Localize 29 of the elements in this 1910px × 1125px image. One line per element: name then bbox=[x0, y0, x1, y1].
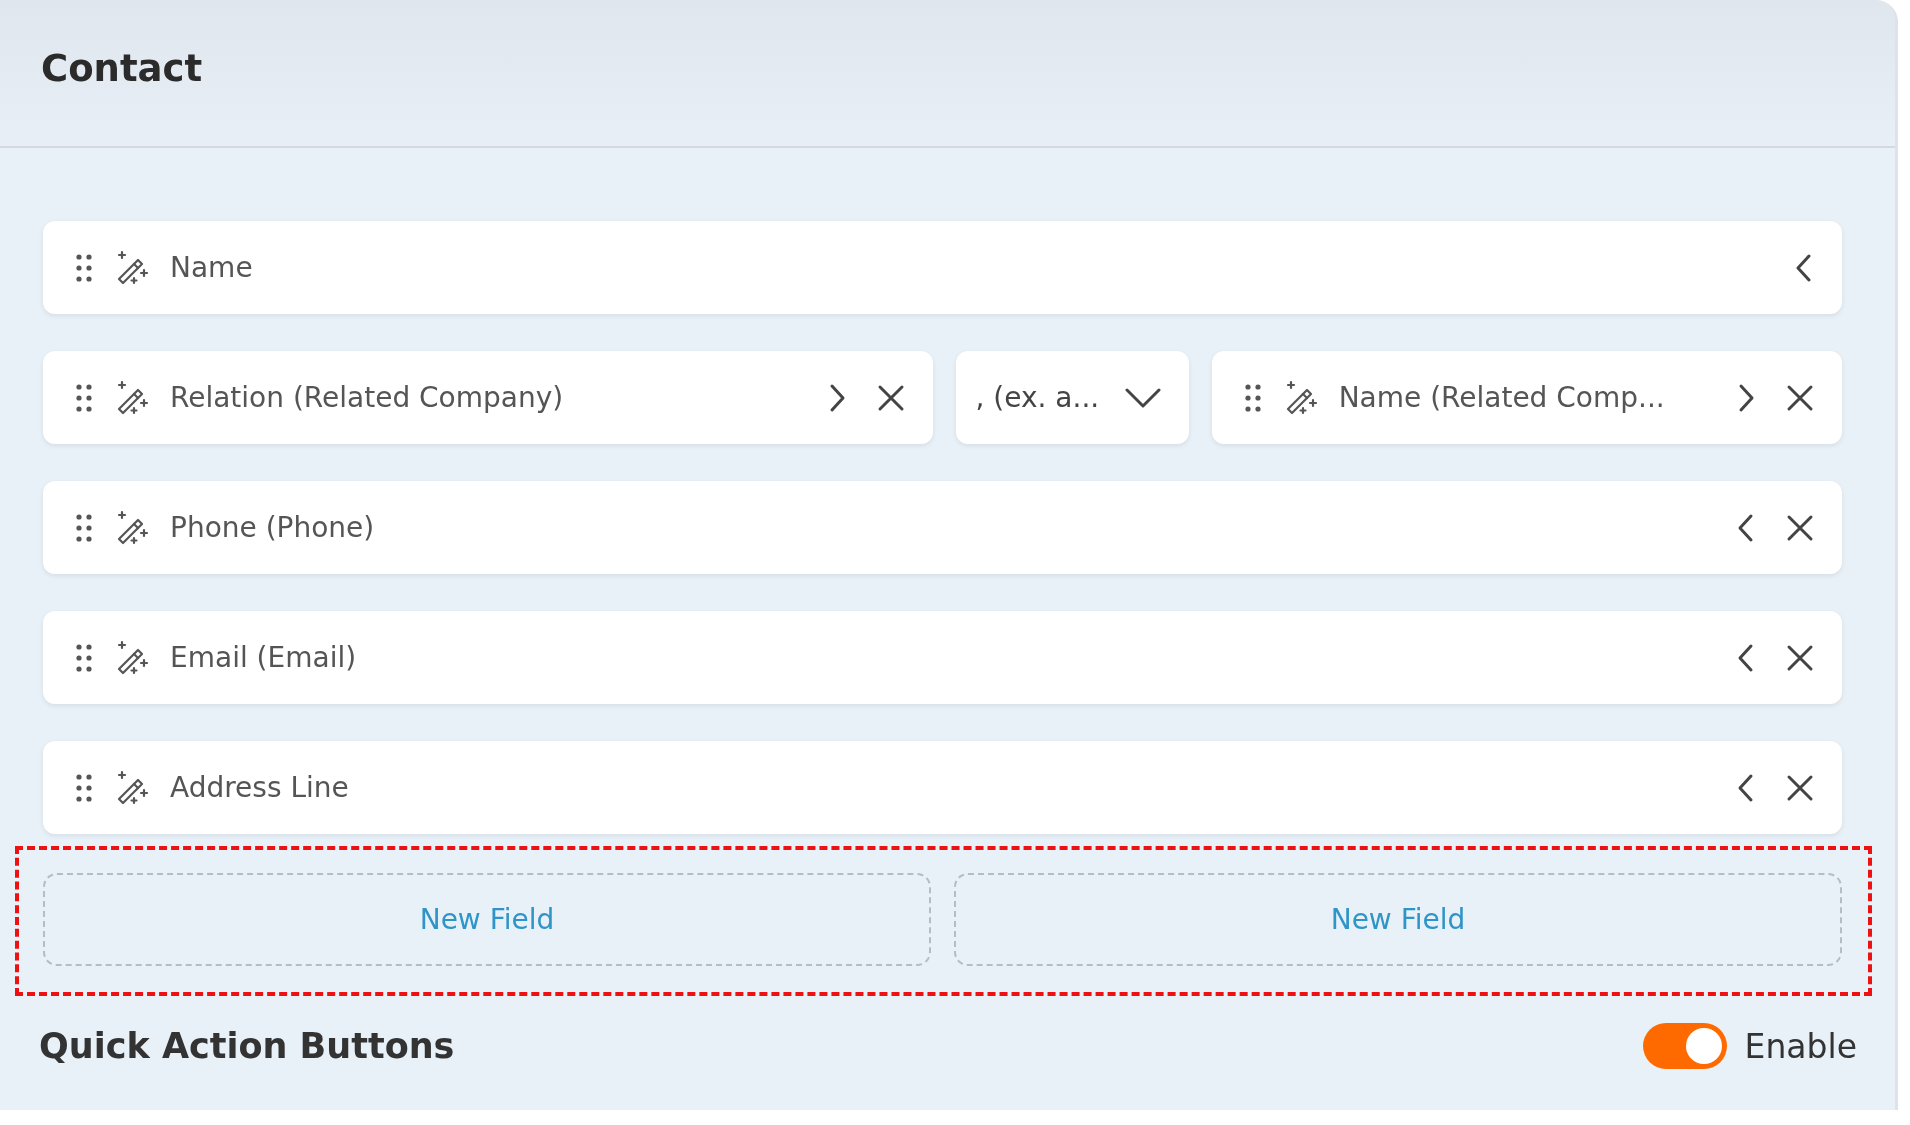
close-icon[interactable] bbox=[1786, 643, 1814, 672]
close-icon[interactable] bbox=[876, 383, 905, 412]
field-label: Name (Related Comp... bbox=[1338, 381, 1666, 414]
separator-dropdown[interactable]: , (ex. a... bbox=[955, 351, 1189, 444]
drag-handle-icon[interactable] bbox=[76, 773, 92, 802]
drag-handle-icon[interactable] bbox=[76, 383, 92, 412]
drag-handle-icon[interactable] bbox=[1244, 383, 1261, 412]
field-card[interactable]: Phone (Phone) bbox=[43, 481, 1842, 574]
section-title: Quick Action Buttons bbox=[39, 1026, 455, 1066]
field-label: Email (Email) bbox=[170, 641, 358, 674]
field-card[interactable]: Relation (Related Company) bbox=[43, 351, 933, 444]
close-icon[interactable] bbox=[1786, 513, 1814, 542]
drag-handle-icon[interactable] bbox=[76, 253, 92, 282]
field-card[interactable]: Email (Email) bbox=[43, 611, 1842, 704]
field-card[interactable]: Name (Related Comp... bbox=[1211, 351, 1842, 444]
field-label: Name bbox=[170, 251, 254, 284]
section-title: Contact bbox=[41, 46, 203, 92]
toggle-label: Enable bbox=[1744, 1026, 1857, 1066]
field-label: Address Line bbox=[170, 771, 350, 804]
close-icon[interactable] bbox=[1786, 383, 1814, 412]
field-label: Relation (Related Company) bbox=[170, 381, 565, 414]
close-icon[interactable] bbox=[1786, 773, 1814, 802]
field-card[interactable]: Address Line bbox=[43, 741, 1842, 834]
drag-handle-icon[interactable] bbox=[76, 513, 92, 542]
field-label: Phone (Phone) bbox=[170, 511, 376, 544]
caret-down-icon bbox=[1124, 387, 1161, 408]
drag-handle-icon[interactable] bbox=[76, 643, 92, 672]
toggle-switch[interactable] bbox=[1642, 1023, 1727, 1069]
field-card[interactable]: Name bbox=[43, 221, 1842, 314]
